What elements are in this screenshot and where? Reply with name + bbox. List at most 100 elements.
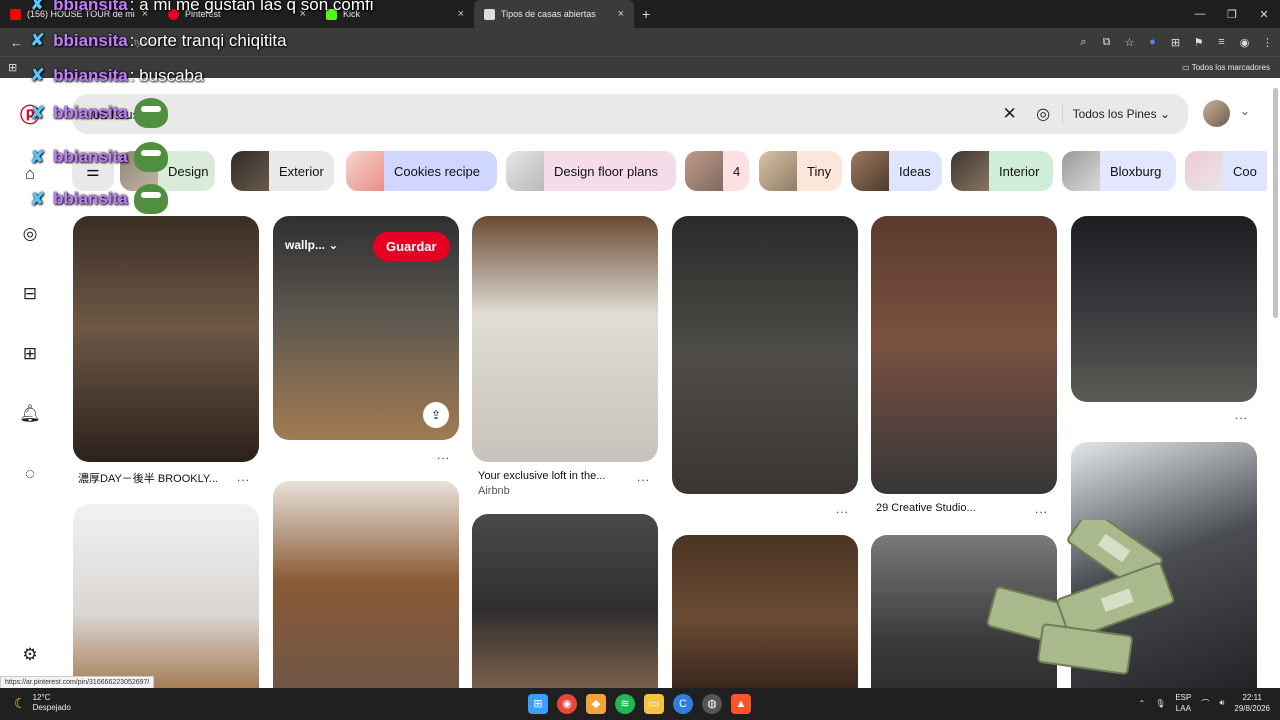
tab-tipos-de-casas[interactable]: Tipos de casas abiertas × — [474, 0, 634, 28]
pin-card[interactable] — [672, 535, 858, 688]
chip-exterior[interactable]: Exterior — [231, 151, 334, 191]
more-options-icon[interactable]: ... — [836, 502, 849, 516]
zoom-icon[interactable]: ⌕ — [1077, 36, 1090, 49]
share-icon[interactable]: ⇪ — [423, 402, 449, 428]
chevron-down-icon[interactable]: ⌄ — [1240, 104, 1250, 118]
pepe-emote-icon — [133, 142, 168, 172]
chip-tiny[interactable]: Tiny — [759, 151, 842, 191]
notifications-bell-icon[interactable]: 🔔︎ — [19, 403, 41, 425]
app-icon[interactable]: ◆ — [586, 694, 606, 714]
chevron-up-icon[interactable]: ⌃ — [1138, 699, 1145, 708]
pin-card[interactable] — [273, 481, 459, 688]
close-window-icon[interactable]: ✕ — [1248, 8, 1280, 21]
pin-title: Your exclusive loft in the... — [478, 470, 606, 482]
wifi-icon[interactable]: ⌒ — [1201, 698, 1209, 709]
puzzle-icon[interactable]: ⊞ — [1169, 36, 1182, 49]
install-icon[interactable]: ⧉ — [1100, 36, 1113, 49]
vpn-icon[interactable]: ⚑ — [1192, 36, 1205, 49]
more-options-icon[interactable]: ... — [1035, 502, 1048, 516]
chip-interior[interactable]: Interior — [951, 151, 1053, 191]
close-icon[interactable]: × — [458, 8, 464, 20]
pin-card[interactable] — [73, 504, 259, 688]
chip-ideas[interactable]: Ideas — [851, 151, 942, 191]
page-icon — [484, 8, 495, 20]
guide-chips: ⚌ Design Exterior Cookies recipe Design … — [72, 151, 1267, 191]
close-icon[interactable]: × — [618, 8, 624, 20]
pin-source: Airbnb — [478, 485, 510, 497]
chip-4[interactable]: 4 — [685, 151, 749, 191]
spotify-icon[interactable]: ≋ — [615, 694, 635, 714]
obs-icon[interactable]: ◍ — [702, 694, 722, 714]
moon-icon: ☾ — [14, 694, 27, 711]
chat-message: ✘ bbiansita: a mi me gustan las q son com… — [30, 0, 374, 15]
youtube-icon — [10, 8, 21, 20]
search-bar[interactable]: loft house ✕ ◎ Todos los Pines ⌄ — [72, 94, 1188, 134]
microphone-icon[interactable]: 🎙︎ — [1155, 699, 1165, 708]
more-options-icon[interactable]: ... — [237, 470, 250, 484]
search-input[interactable]: loft house — [90, 107, 995, 122]
apps-grid-icon[interactable]: ⊞ — [8, 61, 17, 74]
taskbar-apps: ⊞ ◉ ◆ ≋ ▭ C ◍ ▲ — [528, 694, 751, 714]
language-indicator[interactable]: ESP LAA — [1175, 692, 1191, 714]
restore-icon[interactable]: ❐ — [1216, 8, 1248, 21]
chip-cookies-recipe[interactable]: Cookies recipe — [346, 151, 497, 191]
brave-icon[interactable]: ▲ — [731, 694, 751, 714]
scrollbar[interactable] — [1273, 88, 1278, 318]
reading-list-icon[interactable]: ≡ — [1215, 36, 1228, 48]
clock[interactable]: 22:11 29/8/2026 — [1234, 692, 1270, 714]
check-badge-icon: ✘ — [30, 30, 46, 50]
clear-search-icon[interactable]: ✕ — [995, 104, 1025, 124]
edge-icon[interactable]: C — [673, 694, 693, 714]
money-stack-emote-icon — [986, 520, 1175, 675]
messages-icon[interactable]: ◌ — [19, 463, 41, 485]
pin-card[interactable] — [871, 216, 1057, 494]
chip-thumbnail — [759, 151, 797, 191]
windows-start-icon[interactable]: ⊞ — [528, 694, 548, 714]
pin-filter-dropdown[interactable]: Todos los Pines ⌄ — [1073, 107, 1170, 121]
visual-search-camera-icon[interactable]: ◎ — [1025, 104, 1063, 124]
system-tray: ⌃ 🎙︎ ESP LAA ⌒ 🔊︎ 22:11 29/8/2026 — [1138, 692, 1270, 714]
chip-thumbnail — [1062, 151, 1100, 191]
back-arrow-icon[interactable]: ← — [10, 35, 28, 50]
chrome-icon[interactable]: ◉ — [557, 694, 577, 714]
chip-bloxburg[interactable]: Bloxburg — [1062, 151, 1176, 191]
settings-gear-icon[interactable]: ⚙ — [19, 644, 41, 666]
chip-thumbnail — [231, 151, 269, 191]
more-options-icon[interactable]: ... — [437, 448, 450, 462]
check-badge-icon: ✘ — [30, 146, 46, 167]
chip-thumbnail — [851, 151, 889, 191]
menu-icon[interactable]: ⋮ — [1261, 36, 1274, 49]
volume-icon[interactable]: 🔊︎ — [1219, 698, 1224, 708]
bookmarks-folder[interactable]: ▭ Todos los marcadores — [1182, 63, 1270, 72]
file-explorer-icon[interactable]: ▭ — [644, 694, 664, 714]
pin-card-hovered[interactable]: wallp... ⌄ Guardar ⇪ — [273, 216, 459, 440]
new-tab-button[interactable]: + — [642, 6, 650, 22]
explore-icon[interactable]: ◎ — [19, 223, 41, 245]
chip-thumbnail — [951, 151, 989, 191]
boards-icon[interactable]: ⊟ — [19, 283, 41, 305]
pin-card[interactable] — [73, 216, 259, 462]
more-options-icon[interactable]: ... — [637, 470, 650, 484]
avatar[interactable] — [1203, 100, 1230, 127]
more-options-icon[interactable]: ... — [1235, 408, 1248, 422]
pepe-emote-icon — [133, 98, 168, 128]
pin-card[interactable] — [1071, 216, 1257, 402]
chip-thumbnail — [1185, 151, 1223, 191]
chat-message: ✘ bbiansita: buscaba — [30, 65, 204, 85]
pin-card[interactable] — [472, 216, 658, 462]
create-icon[interactable]: ⊞ — [19, 343, 41, 365]
profile-icon[interactable]: ◉ — [1238, 36, 1251, 49]
pin-card[interactable] — [472, 514, 658, 688]
chat-message: ✘ bbiansita: corte tranqi chiqitita — [30, 30, 287, 50]
minimize-icon[interactable]: — — [1184, 8, 1216, 20]
chip-thumbnail — [685, 151, 723, 191]
extension-icon[interactable]: ● — [1146, 36, 1159, 48]
weather-widget[interactable]: ☾ 12°C Despejado — [14, 693, 71, 713]
board-selector[interactable]: wallp... ⌄ — [285, 238, 338, 252]
chip-coo[interactable]: Coo — [1185, 151, 1267, 191]
bookmark-star-icon[interactable]: ☆ — [1123, 36, 1136, 49]
save-button[interactable]: Guardar — [373, 232, 450, 261]
chip-design-floor-plans[interactable]: Design floor plans — [506, 151, 676, 191]
chip-thumbnail — [506, 151, 544, 191]
pin-card[interactable] — [672, 216, 858, 494]
